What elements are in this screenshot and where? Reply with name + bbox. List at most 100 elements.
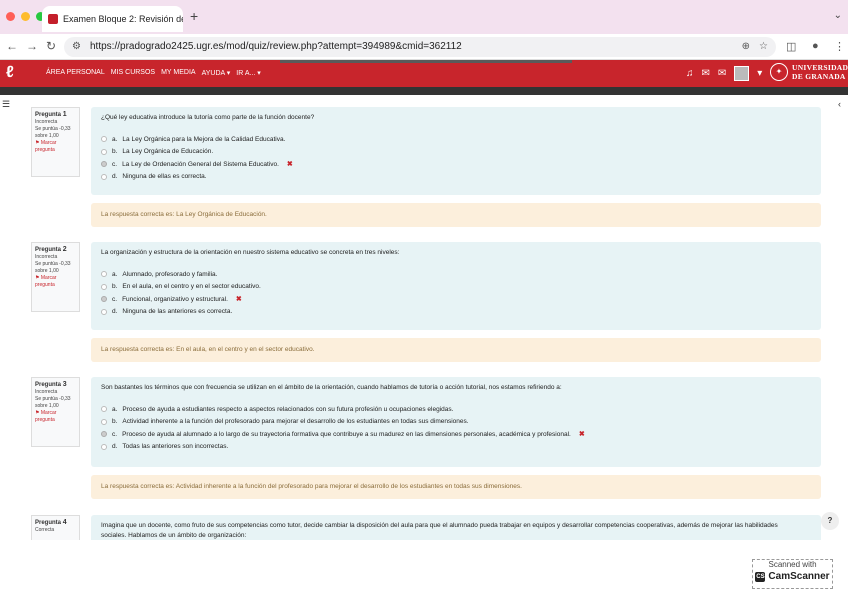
correct-answer-feedback: La respuesta correcta es: Actividad inhe… <box>91 475 821 499</box>
question-status: Incorrecta <box>35 389 58 395</box>
answer-option[interactable]: c. La Ley de Ordenación General del Siste… <box>101 158 811 171</box>
university-seal-icon: ✦ <box>770 63 788 81</box>
help-button[interactable]: ? <box>821 512 839 530</box>
radio-button[interactable] <box>101 136 107 143</box>
url-input[interactable]: ⚙ https://pradogrado2425.ugr.es/mod/quiz… <box>64 37 776 57</box>
question-info: Pregunta 1 Incorrecta Se puntúa -0,33 so… <box>31 107 80 177</box>
answer-option[interactable]: d. Ninguna de ellas es correcta. <box>101 171 811 184</box>
radio-button[interactable] <box>101 161 107 168</box>
answer-option[interactable]: d. Ninguna de las anteriores es correcta. <box>101 306 811 319</box>
notifications-bell-icon[interactable]: ♫ <box>686 68 694 79</box>
answer-option[interactable]: c. Funcional, organizativo y estructural.… <box>101 293 811 306</box>
nav-ayuda[interactable]: AYUDA ▾ <box>202 69 231 77</box>
answer-option[interactable]: b. En el aula, en el centro y en el secto… <box>101 281 811 294</box>
incorrect-x-icon: ✖ <box>286 161 293 169</box>
incorrect-x-icon: ✖ <box>578 431 585 439</box>
back-arrow-icon[interactable]: ← <box>6 39 18 53</box>
watermark-brand: CamScanner <box>768 571 830 582</box>
open-block-drawer-icon[interactable]: ‹ <box>838 99 848 113</box>
window-controls <box>6 12 45 21</box>
radio-button[interactable] <box>101 406 107 413</box>
answer-option[interactable]: c. Proceso de ayuda al alumnado a lo larg… <box>101 428 811 441</box>
question-text: ¿Qué ley educativa introduce la tutoría … <box>101 114 315 121</box>
radio-button[interactable] <box>101 431 107 438</box>
extensions-icon[interactable]: ◫ <box>786 40 796 53</box>
header-divider <box>280 60 572 63</box>
question-status: Incorrecta <box>35 119 58 125</box>
nav-area-personal[interactable]: ÁREA PERSONAL <box>46 69 105 77</box>
active-tab[interactable]: Examen Bloque 2: Revisión de ✕ <box>42 6 183 32</box>
incorrect-x-icon: ✖ <box>235 296 242 304</box>
answer-option[interactable]: a. Alumnado, profesorado y familia. <box>101 268 811 281</box>
camscanner-logo-icon: CS <box>755 571 766 582</box>
header-strip <box>0 87 848 95</box>
answer-option[interactable]: d. Todas las anteriores son incorrectas. <box>101 441 811 454</box>
correct-answer-feedback: La respuesta correcta es: La Ley Orgánic… <box>91 203 821 227</box>
nav-ir-a[interactable]: IR A... ▾ <box>236 69 261 77</box>
minimize-window-button[interactable] <box>21 12 30 21</box>
bookmark-star-icon[interactable]: ☆ <box>759 37 768 57</box>
mail-icon[interactable]: ✉ <box>718 68 726 79</box>
reload-icon[interactable]: ↻ <box>46 39 56 53</box>
forward-arrow-icon[interactable]: → <box>26 39 38 53</box>
radio-button[interactable] <box>101 308 107 315</box>
radio-button[interactable] <box>101 296 107 303</box>
profile-icon[interactable]: ● <box>812 40 819 52</box>
tab-title: Examen Bloque 2: Revisión de <box>63 14 183 24</box>
question-content: ¿Qué ley educativa introduce la tutoría … <box>91 107 821 195</box>
close-window-button[interactable] <box>6 12 15 21</box>
moodle-navbar: ℓ ÁREA PERSONAL MIS CURSOS MY MEDIA AYUD… <box>0 60 848 87</box>
question-info: Pregunta 4 Correcta <box>31 515 80 540</box>
question-text: Imagina que un docente, como fruto de su… <box>101 522 778 539</box>
browser-menu-icon[interactable]: ⋮ <box>834 40 845 53</box>
radio-button[interactable] <box>101 148 107 155</box>
messages-icon[interactable]: ✉ <box>702 68 710 79</box>
question-score: Se puntúa -0,33 sobre 1,00 <box>35 126 71 139</box>
open-course-index-icon[interactable]: ☰ <box>0 99 12 113</box>
prado-logo-icon[interactable]: ℓ <box>6 64 14 82</box>
zoom-icon[interactable]: ⊕ <box>742 37 750 57</box>
radio-button[interactable] <box>101 283 107 290</box>
flag-question-link[interactable]: ⚑ Marcar pregunta <box>35 140 76 154</box>
correct-answer-feedback: La respuesta correcta es: En el aula, en… <box>91 338 821 362</box>
question-status: Correcta <box>35 527 55 533</box>
avatar[interactable] <box>734 66 750 81</box>
question-score: Se puntúa -0,33 sobre 1,00 <box>35 261 71 274</box>
question-info: Pregunta 3 Incorrecta Se puntúa -0,33 so… <box>31 377 80 447</box>
answer-option[interactable]: b. La Ley Orgánica de Educación. <box>101 146 811 159</box>
answer-option[interactable]: b. Actividad inherente a la función del p… <box>101 416 811 429</box>
watermark-line: Scanned with <box>768 560 817 569</box>
user-menu-chevron-icon[interactable]: ▾ <box>757 68 762 79</box>
tab-search-icon[interactable]: ⌄ <box>834 10 842 21</box>
question-content: Imagina que un docente, como fruto de su… <box>91 515 821 540</box>
flag-question-link[interactable]: ⚑ Marcar pregunta <box>35 275 76 289</box>
question-content: La organización y estructura de la orien… <box>91 242 821 330</box>
user-tools: ♫ ✉ ✉ ▾ <box>686 66 762 81</box>
university-logo[interactable]: ✦ UNIVERSIDAD DE GRANADA <box>770 63 848 81</box>
quiz-review-content[interactable]: Pregunta 1 Incorrecta Se puntúa -0,33 so… <box>0 95 848 540</box>
browser-tab-bar: Examen Bloque 2: Revisión de ✕ + ⌄ <box>0 0 848 34</box>
flag-question-link[interactable]: ⚑ Marcar pregunta <box>35 410 76 424</box>
question-status: Incorrecta <box>35 254 58 260</box>
moodle-favicon-icon <box>48 14 58 24</box>
answer-option[interactable]: a. La Ley Orgánica para la Mejora de la C… <box>101 133 811 146</box>
nav-mis-cursos[interactable]: MIS CURSOS <box>111 69 155 77</box>
camscanner-watermark: Scanned with CS CamScanner <box>752 559 833 589</box>
radio-button[interactable] <box>101 418 107 425</box>
radio-button[interactable] <box>101 271 107 278</box>
question-content: Son bastantes los términos que con frecu… <box>91 377 821 467</box>
question-info: Pregunta 2 Incorrecta Se puntúa -0,33 so… <box>31 242 80 312</box>
radio-button[interactable] <box>101 443 107 450</box>
question-score: Se puntúa -0,33 sobre 1,00 <box>35 396 71 409</box>
site-info-icon[interactable]: ⚙ <box>72 37 81 57</box>
university-line-2: DE GRANADA <box>792 72 846 81</box>
question-text: La organización y estructura de la orien… <box>101 249 400 256</box>
university-line-1: UNIVERSIDAD <box>792 63 848 72</box>
question-text: Son bastantes los términos que con frecu… <box>101 384 562 391</box>
address-bar: ← → ↻ ⚙ https://pradogrado2425.ugr.es/mo… <box>0 34 848 60</box>
nav-my-media[interactable]: MY MEDIA <box>161 69 196 77</box>
url-text: https://pradogrado2425.ugr.es/mod/quiz/r… <box>90 41 462 52</box>
answer-option[interactable]: a. Proceso de ayuda a estudiantes respect… <box>101 403 811 416</box>
radio-button[interactable] <box>101 173 107 180</box>
new-tab-button[interactable]: + <box>190 8 198 24</box>
